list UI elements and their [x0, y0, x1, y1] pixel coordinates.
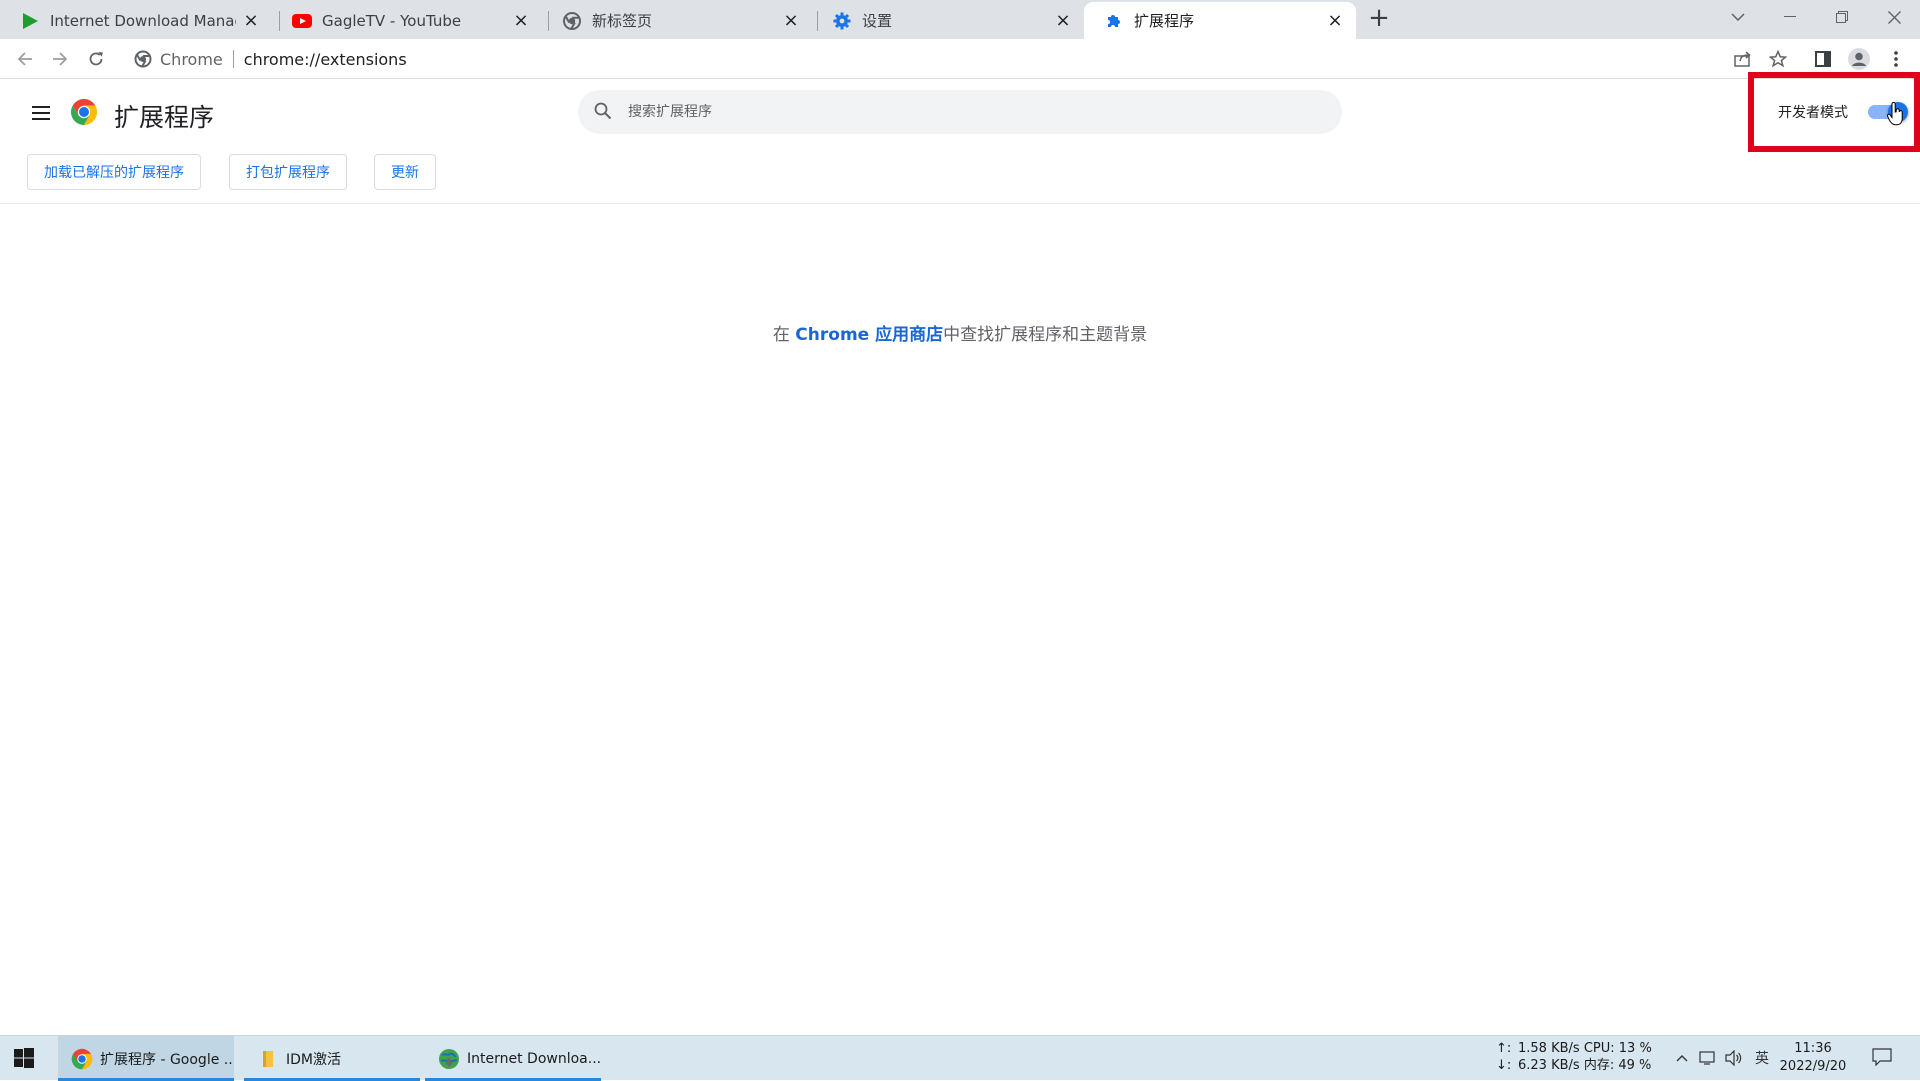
search-icon [594, 102, 614, 122]
store-message-suffix: 中查找扩展程序和主题背景 [943, 325, 1148, 345]
store-message-prefix: 在 [772, 325, 796, 345]
omnibox[interactable]: Chrome chrome://extensions [124, 43, 1724, 75]
idm-globe-icon [437, 1047, 461, 1071]
close-icon[interactable]: × [1054, 10, 1072, 31]
search-bar[interactable] [578, 90, 1342, 134]
load-unpacked-button[interactable]: 加载已解压的扩展程序 [27, 154, 201, 190]
upload-speed: 1.58 KB/s [1518, 1041, 1580, 1056]
share-icon[interactable] [1731, 47, 1755, 71]
back-icon[interactable] [12, 46, 38, 72]
close-icon[interactable]: × [782, 10, 800, 31]
download-speed: 6.23 KB/s [1518, 1058, 1580, 1073]
omnibox-chip: Chrome [160, 49, 223, 69]
tab-title: Internet Download Manager N [50, 11, 236, 30]
windows-start-icon[interactable] [14, 1048, 34, 1068]
bookmark-star-icon[interactable] [1766, 47, 1790, 71]
ime-indicator[interactable]: 英 [1752, 1048, 1772, 1068]
page-title: 扩展程序 [114, 103, 215, 132]
omnibox-divider [232, 50, 234, 68]
network-icon[interactable] [1698, 1048, 1718, 1068]
chrome-web-store-link[interactable]: Chrome 应用商店 [795, 325, 943, 345]
clock-time: 11:36 [1794, 1041, 1832, 1056]
puzzle-icon [1104, 11, 1124, 31]
upload-arrow: ↑: [1496, 1041, 1512, 1056]
window-close-icon[interactable] [1876, 0, 1912, 34]
tab-title: GagleTV - YouTube [322, 11, 462, 30]
youtube-icon [292, 11, 312, 31]
close-icon[interactable]: × [1326, 10, 1344, 31]
notification-icon[interactable] [1872, 1048, 1892, 1068]
search-input[interactable] [628, 104, 1308, 120]
kebab-menu-icon[interactable] [1884, 47, 1908, 71]
download-arrow: ↓: [1496, 1058, 1512, 1073]
restore-icon[interactable] [1824, 0, 1860, 34]
tab-search-chevron-icon[interactable] [1720, 0, 1756, 34]
folder-icon [256, 1047, 280, 1071]
update-button[interactable]: 更新 [374, 154, 436, 190]
volume-icon[interactable] [1724, 1048, 1744, 1068]
hamburger-menu-icon[interactable] [30, 102, 54, 126]
tray-chevron-up-icon[interactable] [1672, 1048, 1692, 1068]
network-monitor: ↑: 1.58 KB/s CPU: 13 % ↓: 6.23 KB/s 内存: … [1496, 1040, 1652, 1074]
windows-taskbar: 扩展程序 - Google ... IDM激活 Internet Downloa… [0, 1035, 1920, 1081]
taskbar-item-chrome[interactable]: 扩展程序 - Google ... [58, 1036, 234, 1081]
taskbar-item-label: Internet Downloa... [467, 1050, 601, 1067]
hand-cursor-icon [1886, 101, 1904, 126]
cpu-usage: CPU: 13 % [1583, 1041, 1652, 1056]
tab-strip: Internet Download Manager N × GagleTV - … [0, 0, 1920, 39]
profile-avatar-icon[interactable] [1847, 47, 1871, 71]
omnibox-url[interactable]: chrome://extensions [244, 50, 407, 69]
tab-youtube[interactable]: GagleTV - YouTube × [272, 2, 542, 39]
idm-play-icon [20, 11, 40, 31]
chrome-site-icon [134, 50, 152, 68]
forward-icon[interactable] [47, 46, 73, 72]
memory-usage: 内存: 49 % [1583, 1058, 1652, 1073]
reload-icon[interactable] [83, 46, 109, 72]
taskbar-item-label: 扩展程序 - Google ... [100, 1051, 234, 1068]
browser-toolbar: Chrome chrome://extensions [0, 39, 1920, 79]
gear-icon [832, 11, 852, 31]
side-panel-icon[interactable] [1811, 47, 1835, 71]
close-icon[interactable]: × [242, 10, 260, 31]
close-icon[interactable]: × [512, 10, 530, 31]
taskbar-item-idm[interactable]: Internet Downloa... [425, 1036, 601, 1081]
tab-new-tab-page[interactable]: 新标签页 × [542, 2, 812, 39]
tab-extensions[interactable]: 扩展程序 × [1084, 2, 1356, 39]
clock-date: 2022/9/20 [1779, 1059, 1847, 1074]
chrome-logo-icon [70, 98, 98, 126]
new-tab-button[interactable]: + [1366, 5, 1392, 32]
tab-title: 扩展程序 [1134, 12, 1195, 30]
minimize-icon[interactable] [1772, 0, 1808, 34]
taskbar-item-folder[interactable]: IDM激活 [244, 1036, 420, 1081]
chrome-icon [562, 11, 582, 31]
system-clock[interactable]: 11:36 2022/9/20 [1770, 1040, 1856, 1076]
store-message: 在 Chrome 应用商店中查找扩展程序和主题背景 [0, 320, 1920, 345]
extensions-header: 扩展程序 开发者模式 加载已解压的扩展程序 打包扩展程序 更新 [0, 72, 1920, 204]
developer-mode-label: 开发者模式 [1778, 105, 1848, 121]
taskbar-item-label: IDM激活 [286, 1051, 341, 1068]
chrome-icon [70, 1047, 94, 1071]
pack-extension-button[interactable]: 打包扩展程序 [229, 154, 347, 190]
tab-title: 设置 [862, 12, 893, 30]
tab-idm[interactable]: Internet Download Manager N × [0, 2, 272, 39]
tab-settings[interactable]: 设置 × [812, 2, 1084, 39]
tab-title: 新标签页 [592, 12, 653, 30]
